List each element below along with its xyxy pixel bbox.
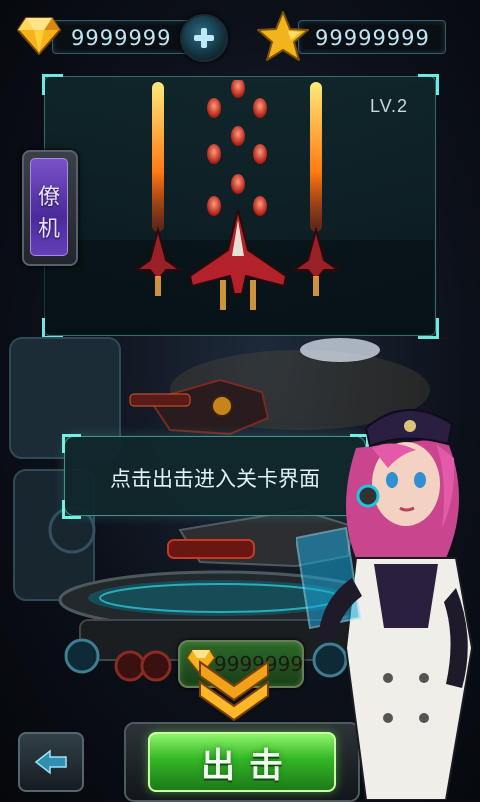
wingman-tab[interactable]: 僚 机 <box>22 150 78 266</box>
wingman-tab-face: 僚 机 <box>30 158 68 256</box>
panel-corner <box>418 74 439 95</box>
add-gems-button[interactable] <box>180 14 228 62</box>
wingman-tab-label-1: 僚 <box>37 184 60 209</box>
fighter-level-label: LV.2 <box>370 96 409 116</box>
back-button[interactable] <box>18 732 84 792</box>
star-count: 99999999 <box>315 26 430 50</box>
gold-star-icon <box>257 11 309 61</box>
fighter-formation-illustration <box>132 80 342 310</box>
tooltip-corner <box>62 500 81 519</box>
star-counter: 99999999 <box>298 20 446 54</box>
gem-counter: 9999999 <box>52 20 194 54</box>
panel-corner <box>42 74 63 95</box>
diamond-gem-icon <box>16 17 62 56</box>
wingman-tab-label-2: 机 <box>37 216 60 241</box>
start-battle-label: 出击 <box>201 746 297 785</box>
left-arrow-icon <box>34 749 67 775</box>
tooltip-corner <box>62 434 81 453</box>
double-chevron-down-icon <box>199 660 269 722</box>
guide-character-illustration <box>296 408 474 800</box>
plus-icon <box>194 28 214 48</box>
gem-count: 9999999 <box>71 26 172 50</box>
